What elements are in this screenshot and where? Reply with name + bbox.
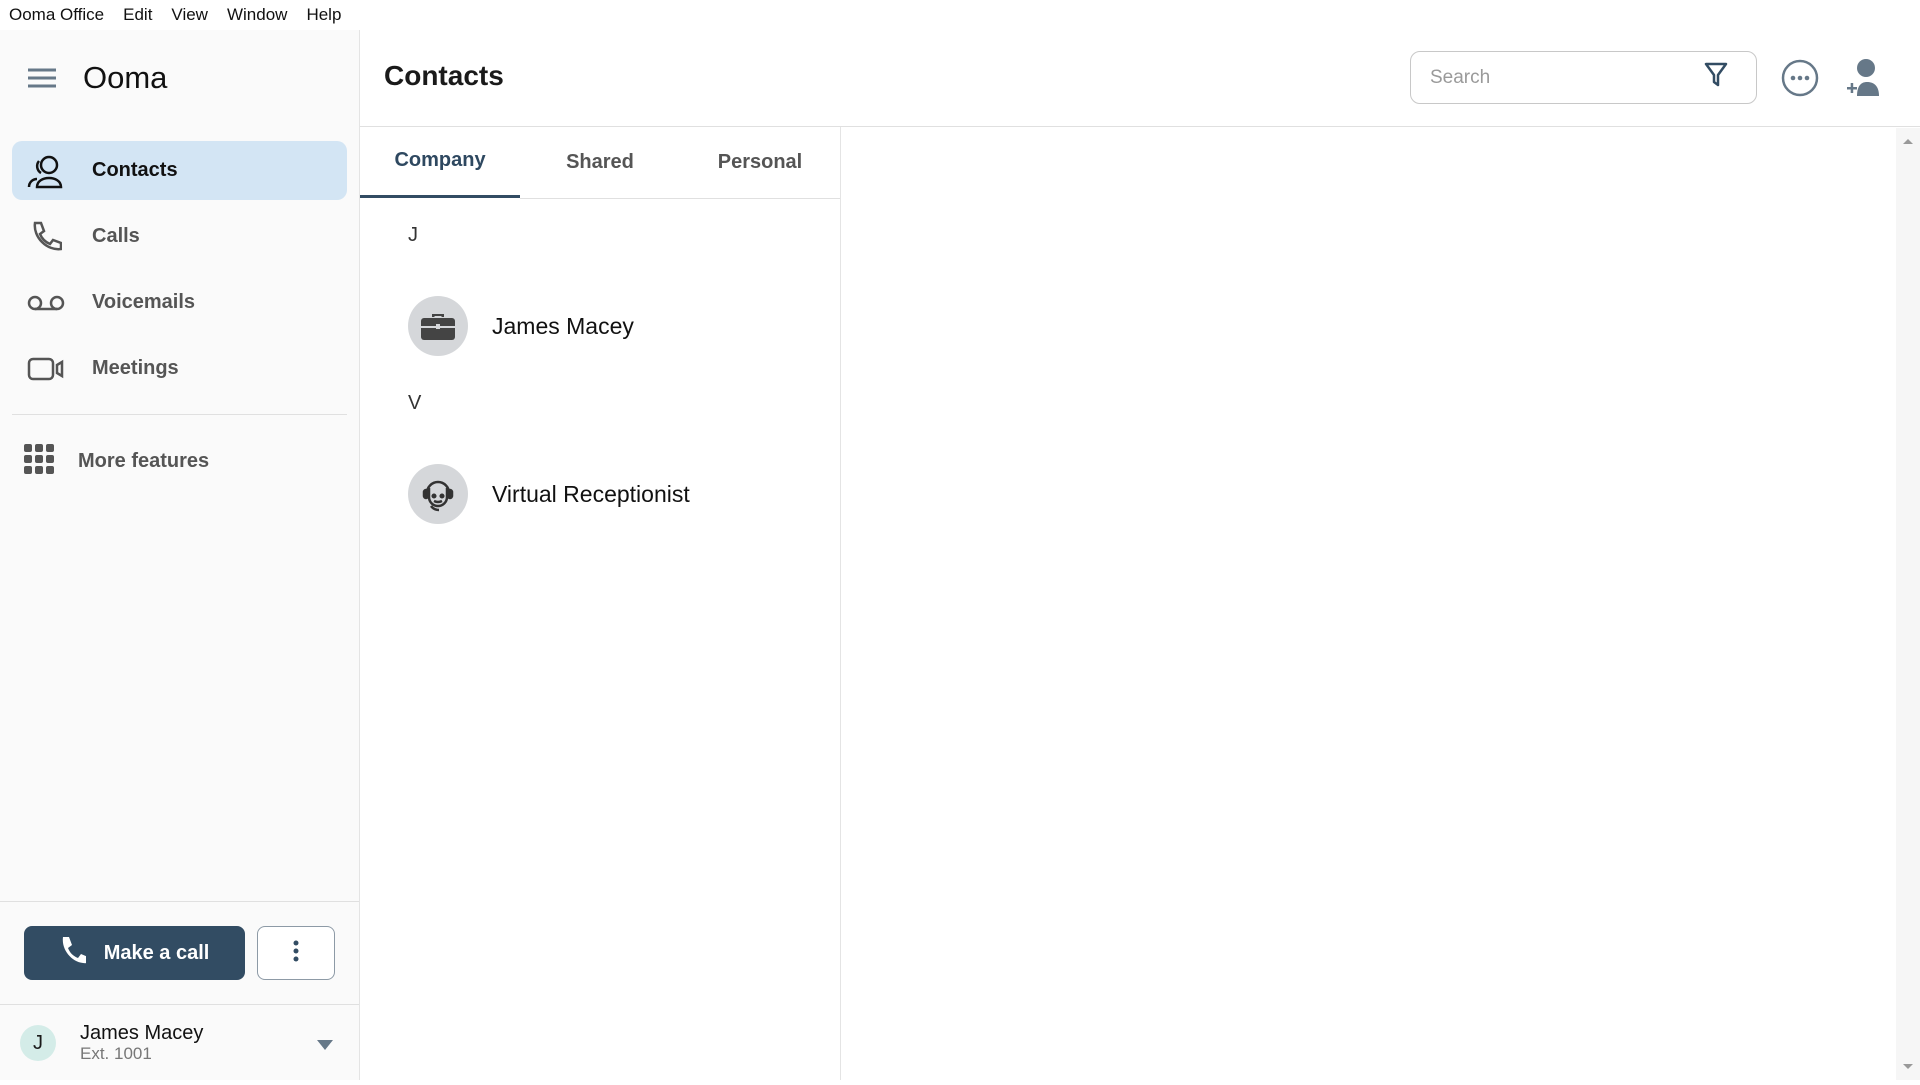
menu-bar: Ooma Office Edit View Window Help [0, 0, 1920, 30]
filter-icon[interactable] [1704, 62, 1728, 93]
more-features-button[interactable]: More features [24, 444, 209, 479]
sidebar-item-meetings[interactable]: Meetings [12, 339, 347, 398]
sidebar-item-voicemails[interactable]: Voicemails [12, 273, 347, 332]
list-item[interactable]: James Macey [408, 296, 828, 356]
voicemail-icon [22, 294, 70, 312]
section-letter: J [408, 224, 418, 246]
contacts-icon [22, 153, 70, 189]
sidebar-item-label: Voicemails [92, 291, 196, 313]
search-box [1410, 51, 1757, 104]
tab-company[interactable]: Company [360, 126, 520, 198]
menu-help[interactable]: Help [306, 5, 341, 25]
grid-icon [24, 444, 54, 479]
sidebar-item-label: Contacts [92, 159, 178, 181]
more-features-label: More features [78, 450, 210, 472]
add-contact-icon[interactable] [1847, 59, 1881, 102]
more-options-button[interactable] [257, 926, 335, 980]
make-call-button[interactable]: Make a call [24, 926, 245, 980]
hamburger-menu-icon[interactable] [28, 67, 56, 94]
contact-name: Virtual Receptionist [492, 480, 690, 507]
tab-personal[interactable]: Personal [680, 126, 840, 198]
video-icon [22, 357, 70, 381]
contact-name: James Macey [492, 312, 634, 339]
section-letter: V [408, 392, 422, 414]
more-options-icon[interactable] [1781, 59, 1819, 102]
menu-edit[interactable]: Edit [123, 5, 152, 25]
tab-shared[interactable]: Shared [520, 126, 680, 198]
caret-down-icon[interactable] [317, 1037, 333, 1055]
menu-app[interactable]: Ooma Office [9, 5, 104, 25]
make-call-label: Make a call [103, 941, 210, 964]
search-input[interactable] [1430, 66, 1670, 89]
menu-view[interactable]: View [171, 5, 208, 25]
sidebar-item-contacts[interactable]: Contacts [12, 141, 347, 200]
page-title: Contacts [384, 60, 504, 91]
phone-icon [22, 220, 70, 254]
divider [12, 414, 347, 415]
tabs-divider [520, 198, 840, 199]
headset-icon [408, 464, 468, 524]
briefcase-icon [408, 296, 468, 356]
ooma-logo: Ooma [83, 60, 168, 95]
sidebar-item-label: Meetings [92, 357, 179, 379]
avatar[interactable]: J [20, 1025, 56, 1061]
user-extension: Ext. 1001 [80, 1044, 152, 1063]
list-item[interactable]: Virtual Receptionist [408, 464, 828, 524]
phone-icon [60, 936, 88, 970]
sidebar-item-label: Calls [92, 225, 140, 247]
menu-window[interactable]: Window [227, 5, 287, 25]
scrollbar[interactable] [1896, 128, 1920, 1080]
divider [0, 901, 359, 902]
panel-divider [840, 127, 841, 1080]
vertical-dots-icon [292, 940, 300, 967]
sidebar-item-calls[interactable]: Calls [12, 207, 347, 266]
user-name: James Macey [80, 1022, 204, 1044]
divider [0, 1004, 359, 1005]
